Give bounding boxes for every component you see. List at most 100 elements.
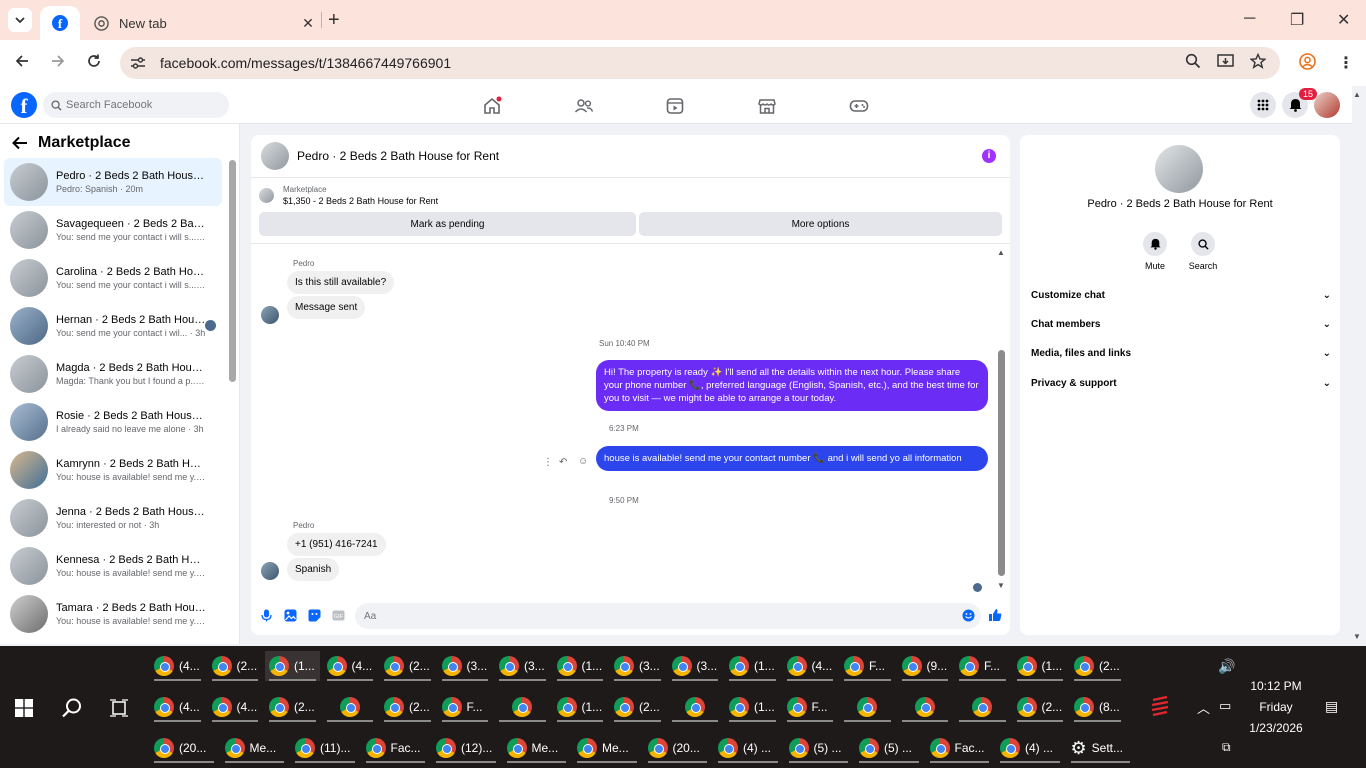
chat-scrollbar[interactable] [998,350,1005,576]
taskbar-app-button[interactable]: ⚙ Sett... [1067,733,1135,763]
arrow-left-icon[interactable] [12,136,28,150]
taskbar-app-button[interactable]: (20... [150,733,218,763]
chrome-menu-icon[interactable]: ⋮ [1338,53,1354,73]
taskbar-app-button[interactable]: (4... [208,692,263,722]
avatar[interactable] [261,142,289,170]
restore-button[interactable]: ❐ [1290,10,1304,30]
image-icon[interactable] [284,609,297,622]
taskbar-app-button[interactable]: (1... [553,692,608,722]
incoming-message[interactable]: Is this still available? [287,271,395,294]
more-actions-icon[interactable]: ⋮ [543,457,553,468]
page-scroll-up-icon[interactable]: ▲ [1353,90,1361,99]
taskbar-app-button[interactable]: Me... [573,733,641,763]
microphone-icon[interactable] [260,609,273,622]
taskbar-app-button[interactable]: Fac... [362,733,430,763]
taskbar-app-button[interactable]: (4... [150,692,205,722]
more-options-button[interactable]: More options [639,212,1002,236]
reply-icon[interactable]: ↶ [559,457,567,468]
mark-as-pending-button[interactable]: Mark as pending [259,212,636,236]
conversation-item[interactable]: Savagequeen · 2 Beds 2 Bath H... You: sen… [4,206,222,254]
taskbar-app-button[interactable]: (5) ... [855,733,923,763]
conversation-item[interactable]: Hernan · 2 Beds 2 Bath Hous... You: send … [4,302,222,350]
home-icon[interactable] [482,96,502,116]
taskbar-app-button[interactable]: (12)... [432,733,500,763]
friends-icon[interactable] [574,96,594,116]
conversation-item[interactable]: Tamara · 2 Beds 2 Bath House f... You: ho… [4,590,222,638]
incoming-message[interactable]: Spanish [287,558,340,581]
tab-facebook[interactable]: f [40,6,80,40]
taskbar-app-button[interactable]: (2... [1070,651,1125,681]
taskbar-app-button[interactable] [323,692,378,722]
taskbar-app-button[interactable] [898,692,953,722]
taskbar-app-button[interactable] [955,692,1010,722]
taskbar-app-button[interactable]: (1... [265,651,320,681]
taskbar-app-button[interactable]: (4... [323,651,378,681]
taskbar-app-button[interactable]: (2... [265,692,320,722]
taskbar-app-button[interactable]: (1... [1013,651,1068,681]
section-chat-members[interactable]: Chat members ⌄ [1031,319,1331,330]
minimize-button[interactable]: ─ [1244,10,1255,28]
emoji-icon[interactable] [962,609,975,622]
taskbar-app-button[interactable]: (1... [553,651,608,681]
avatar[interactable] [1155,145,1203,193]
taskbar-app-button[interactable]: F... [438,692,493,722]
gaming-icon[interactable] [849,96,869,116]
task-view-icon[interactable] [109,698,129,718]
taskbar-app-button[interactable]: (2... [380,651,435,681]
tab-search-button[interactable] [8,8,32,32]
outgoing-message[interactable]: Hi! The property is ready ✨ I'll send al… [596,360,988,411]
forward-button[interactable] [50,53,66,74]
taskbar-app-button[interactable]: (4... [783,651,838,681]
incoming-message[interactable]: Message sent [287,296,366,319]
notification-center-icon[interactable]: ▤ [1325,698,1338,715]
marketplace-icon[interactable] [757,96,777,116]
site-settings-icon[interactable] [130,56,146,70]
omnibox[interactable]: facebook.com/messages/t/1384667449766901 [120,47,1280,79]
taskbar-app-button[interactable]: (2... [208,651,263,681]
chat-title[interactable]: Pedro · 2 Beds 2 Bath House for Rent [297,149,499,163]
reload-button[interactable] [86,53,102,74]
profile-icon[interactable] [1299,53,1316,74]
facebook-search[interactable] [43,92,229,118]
incoming-message[interactable]: +1 (951) 416-7241 [287,533,386,556]
taskbar-app-button[interactable]: F... [840,651,895,681]
clock[interactable]: 10:12 PM Friday 1/23/2026 [1242,676,1310,739]
taskbar-app-button[interactable]: (3... [668,651,723,681]
sticker-icon[interactable] [308,609,321,622]
conversation-item[interactable]: Kamrynn · 2 Beds 2 Bath House... You: hou… [4,446,222,494]
taskbar-app-button[interactable]: Fac... [926,733,994,763]
video-icon[interactable] [665,96,685,116]
taskbar-app-button[interactable]: (9... [898,651,953,681]
section-privacy-support[interactable]: Privacy & support ⌄ [1031,378,1331,389]
conversation-item[interactable]: Jenna · 2 Beds 2 Bath House fo... You: in… [4,494,222,542]
tab-new-tab[interactable]: New tab ✕ [86,6,318,40]
taskbar-app-button[interactable] [840,692,895,722]
page-scroll-down-icon[interactable]: ▼ [1353,632,1361,641]
taskbar-app-button[interactable]: (8... [1070,692,1125,722]
message-input[interactable] [355,603,981,629]
react-emoji-icon[interactable]: ☺ [578,456,588,467]
taskbar-app-button[interactable]: Me... [503,733,571,763]
taskbar-app-button[interactable]: (3... [495,651,550,681]
thumbs-up-icon[interactable] [988,608,1002,622]
conversation-item[interactable]: Carolina · 2 Beds 2 Bath House ... You: s… [4,254,222,302]
menu-button[interactable] [1250,92,1276,118]
taskbar-app-button[interactable]: Me... [221,733,289,763]
volume-icon[interactable]: 🔊 [1218,658,1235,675]
battery-icon[interactable]: ▭ [1219,698,1231,714]
taskbar-app-button[interactable]: F... [955,651,1010,681]
section-media-files-links[interactable]: Media, files and links ⌄ [1031,348,1331,359]
taskbar-app-button[interactable]: (4... [150,651,205,681]
close-tab-icon[interactable]: ✕ [298,15,318,32]
taskbar-app-button[interactable]: (4) ... [714,733,782,763]
taskbar-app-button[interactable]: (2... [610,692,665,722]
taskbar-app-button[interactable]: (3... [610,651,665,681]
taskbar-app-button[interactable]: (3... [438,651,493,681]
scroll-down-icon[interactable]: ▼ [997,581,1005,590]
conversation-item[interactable]: Magda · 2 Beds 2 Bath House f... Magda: T… [4,350,222,398]
search-in-chat-button[interactable]: Search [1183,232,1223,271]
taskbar-app-button[interactable]: (4) ... [996,733,1064,763]
taskbar-app-button[interactable]: (2... [380,692,435,722]
taskbar-app-button[interactable]: (2... [1013,692,1068,722]
taskbar-app-button[interactable]: (1... [725,651,780,681]
